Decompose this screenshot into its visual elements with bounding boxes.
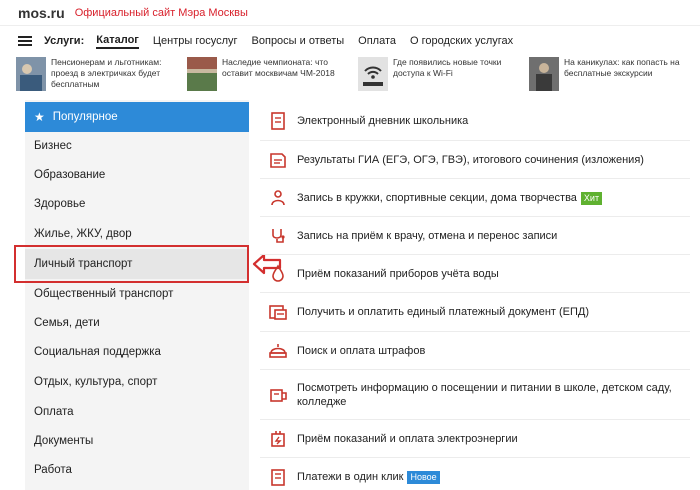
water-meter-icon <box>272 263 284 282</box>
service-item[interactable]: Результаты ГИА (ЕГЭ, ОГЭ, ГВЭ), итоговог… <box>260 141 690 179</box>
new-badge: Новое <box>407 470 440 484</box>
category-leisure[interactable]: Отдых, культура, спорт <box>25 367 249 397</box>
selection-highlight-box <box>14 245 249 283</box>
service-item[interactable]: Платежи в один клик Новое <box>260 458 690 490</box>
service-item[interactable]: Получить и оплатить единый платежный док… <box>260 293 690 332</box>
site-title[interactable]: Официальный сайт Мэра Москвы <box>75 7 248 19</box>
category-payment[interactable]: Оплата <box>25 397 249 427</box>
service-label: Поиск и оплата штрафов <box>297 344 426 357</box>
service-label: Посмотреть информацию о посещении и пита… <box>297 381 672 408</box>
service-item[interactable]: Электронный дневник школьника <box>260 102 690 141</box>
service-label-text: Платежи в один клик <box>297 470 404 483</box>
tab-payment[interactable]: Оплата <box>358 35 396 47</box>
category-social-support[interactable]: Социальная поддержка <box>25 337 249 367</box>
fines-icon <box>269 343 287 358</box>
school-diary-icon <box>271 112 285 130</box>
hit-badge: Хит <box>580 191 603 205</box>
news-text: Наследие чемпионата: что оставит москвич… <box>222 57 335 78</box>
service-item[interactable]: Запись в кружки, спортивные секции, дома… <box>260 179 690 217</box>
news-thumbnail <box>529 57 559 91</box>
service-label-text: Запись в кружки, спортивные секции, дома… <box>297 191 577 204</box>
exam-results-icon <box>270 152 286 168</box>
category-health[interactable]: Здоровье <box>25 189 249 219</box>
site-logo[interactable]: mos.ru <box>18 5 65 21</box>
category-label: Бизнес <box>34 140 72 152</box>
tab-faq[interactable]: Вопросы и ответы <box>252 35 345 47</box>
news-item[interactable]: Пенсионерам и льготникам: проезд в элект… <box>16 57 187 97</box>
service-label: Приём показаний и оплата электроэнергии <box>297 432 518 445</box>
category-popular[interactable]: ★ Популярное <box>25 102 249 132</box>
category-work[interactable]: Работа <box>25 455 249 485</box>
news-text: Пенсионерам и льготникам: проезд в элект… <box>51 57 162 89</box>
service-item[interactable]: Приём показаний приборов учёта воды <box>260 255 690 293</box>
category-label: Работа <box>34 464 72 476</box>
service-label: Приём показаний приборов учёта воды <box>297 267 499 280</box>
category-label: Популярное <box>52 111 118 123</box>
news-thumbnail <box>187 57 217 91</box>
category-label: Оплата <box>34 406 74 418</box>
menu-icon[interactable] <box>18 36 32 46</box>
category-sidebar: ★ Популярное Бизнес Образование Здоровье… <box>25 100 249 490</box>
services-label: Услуги: <box>44 35 85 47</box>
tab-about-services[interactable]: О городских услугах <box>410 35 513 47</box>
service-item[interactable]: Приём показаний и оплата электроэнергии <box>260 420 690 458</box>
category-family[interactable]: Семья, дети <box>25 308 249 338</box>
doctor-icon <box>272 228 285 243</box>
category-label: Образование <box>34 169 106 181</box>
electricity-icon <box>271 430 285 447</box>
service-label: Запись на приём к врачу, отмена и перено… <box>297 229 558 242</box>
category-label: Здоровье <box>34 198 86 210</box>
category-label: Отдых, культура, спорт <box>34 376 158 388</box>
service-label: Платежи в один клик Новое <box>297 470 440 484</box>
service-label: Электронный дневник школьника <box>297 115 469 127</box>
category-label: Документы <box>34 435 94 447</box>
news-strip: Пенсионерам и льготникам: проезд в элект… <box>0 57 700 97</box>
services-nav: Услуги: Каталог Центры госуслуг Вопросы … <box>0 27 700 55</box>
service-label: Запись в кружки, спортивные секции, дома… <box>297 191 603 205</box>
service-item[interactable]: Посмотреть информацию о посещении и пита… <box>260 370 690 420</box>
news-text: На каникулах: как попасть на бесплатные … <box>564 57 680 78</box>
tab-catalog[interactable]: Каталог <box>96 34 139 49</box>
category-public-transport[interactable]: Общественный транспорт <box>25 279 249 309</box>
news-item[interactable]: На каникулах: как попасть на бесплатные … <box>529 57 700 97</box>
service-item[interactable]: Запись на приём к врачу, отмена и перено… <box>260 217 690 255</box>
one-click-payment-icon <box>271 468 285 486</box>
category-business[interactable]: Бизнес <box>25 131 249 161</box>
category-label: Семья, дети <box>34 317 100 329</box>
category-education[interactable]: Образование <box>25 160 249 190</box>
payment-document-icon <box>269 305 287 320</box>
school-attendance-icon <box>270 388 287 402</box>
service-label: Получить и оплатить единый платежный док… <box>297 306 590 318</box>
news-text: Где появились новые точки доступа к Wi-F… <box>393 57 502 78</box>
tab-service-centers[interactable]: Центры госуслуг <box>153 35 238 47</box>
clubs-icon <box>271 189 285 205</box>
category-label: Социальная поддержка <box>34 346 161 358</box>
news-item[interactable]: Где появились новые точки доступа к Wi-F… <box>358 57 529 97</box>
category-label: Жилье, ЖКУ, двор <box>34 228 132 240</box>
category-label: Общественный транспорт <box>34 288 174 300</box>
news-thumbnail <box>16 57 46 91</box>
wifi-icon <box>358 57 388 91</box>
category-documents[interactable]: Документы <box>25 426 249 456</box>
service-label: Результаты ГИА (ЕГЭ, ОГЭ, ГВЭ), итоговог… <box>297 153 644 166</box>
service-item[interactable]: Поиск и оплата штрафов <box>260 332 690 370</box>
star-icon: ★ <box>34 110 45 124</box>
site-header: mos.ru Официальный сайт Мэра Москвы <box>0 0 700 26</box>
news-item[interactable]: Наследие чемпионата: что оставит москвич… <box>187 57 358 97</box>
